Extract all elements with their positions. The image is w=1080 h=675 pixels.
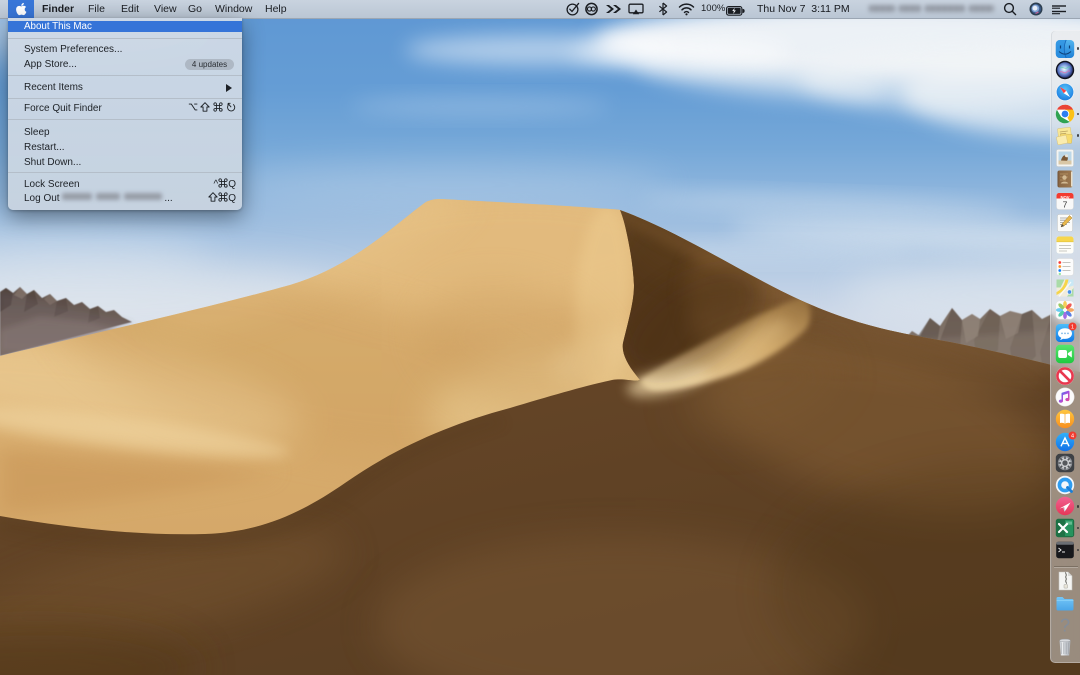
svg-text:?: ? bbox=[1060, 616, 1070, 636]
svg-text:7: 7 bbox=[1063, 200, 1068, 210]
svg-text:1: 1 bbox=[1071, 324, 1074, 330]
